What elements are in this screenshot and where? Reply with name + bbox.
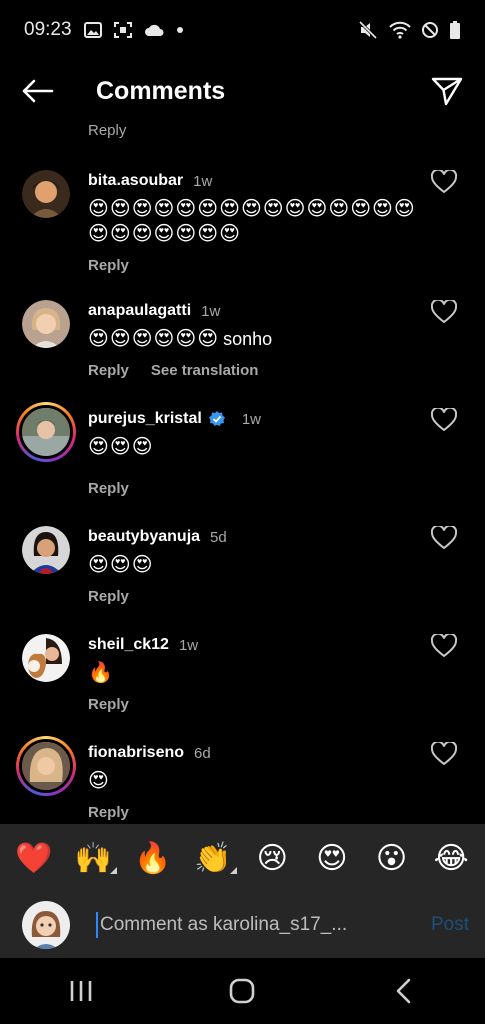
clapping-reaction[interactable]: 👏 <box>191 841 237 876</box>
reply-button[interactable]: Reply <box>88 480 129 497</box>
comment-text: 🔥 <box>88 662 114 684</box>
comment-username[interactable]: fionabriseno <box>88 744 184 762</box>
surprised-emoji-icon: 😮 <box>375 841 408 875</box>
heart-icon[interactable] <box>430 406 458 434</box>
reply-button[interactable]: Reply <box>88 362 129 379</box>
heart-icon[interactable] <box>430 740 458 768</box>
avatar[interactable] <box>22 634 70 682</box>
comment-time: 6d <box>194 744 211 762</box>
heart-icon[interactable] <box>430 298 458 326</box>
heart-icon[interactable] <box>430 524 458 552</box>
verified-badge-icon <box>208 410 226 428</box>
dot-icon <box>176 26 184 34</box>
comment-time: 5d <box>210 528 227 546</box>
wifi-icon <box>389 21 411 39</box>
comment-username[interactable]: purejus_kristal <box>88 410 202 428</box>
comment-text: 😍😍😍😍😍😍😍😍😍😍😍😍😍😍😍😍😍😍😍😍😍😍 <box>88 198 416 245</box>
screenshot-icon <box>113 22 132 38</box>
raising-hands-reaction[interactable]: 🙌 <box>71 841 118 876</box>
comment-username[interactable]: beautybyanuja <box>88 528 200 546</box>
status-time: 09:23 <box>24 19 72 40</box>
comment-input[interactable] <box>96 912 421 938</box>
home-icon[interactable] <box>212 971 272 1011</box>
comment-word: sonho <box>223 329 273 349</box>
avatar[interactable] <box>16 736 76 796</box>
heart-eyes-reaction[interactable]: 😍 <box>310 841 354 876</box>
page-title: Comments <box>96 76 226 105</box>
cloud-icon <box>144 23 164 37</box>
recents-icon[interactable] <box>51 971 111 1011</box>
laughing-reaction[interactable]: 😂 <box>429 841 473 876</box>
send-icon[interactable] <box>427 71 467 111</box>
comment-time: 1w <box>193 172 213 190</box>
comment-username[interactable]: anapaulagatti <box>88 302 191 320</box>
current-user-avatar <box>22 901 70 949</box>
avatar[interactable] <box>22 170 70 218</box>
laughing-emoji-icon: 😂 <box>433 841 469 875</box>
comment-emojis: 😍😍😍😍😍😍 <box>88 328 220 350</box>
mute-icon <box>359 21 379 39</box>
crying-reaction[interactable]: 😢 <box>250 841 294 876</box>
reply-button[interactable]: Reply <box>88 696 129 713</box>
comments-list[interactable]: Reply bita.asoubar 1w 😍😍😍😍😍😍😍😍😍😍😍😍😍😍😍😍😍😍… <box>0 118 485 824</box>
see-translation-button[interactable]: See translation <box>151 362 259 379</box>
crying-emoji-icon: 😢 <box>256 841 288 875</box>
back-arrow-icon[interactable] <box>18 71 58 111</box>
heart-eyes-emoji-icon: 😍 <box>316 841 348 875</box>
avatar[interactable] <box>22 300 70 348</box>
back-icon[interactable] <box>374 971 434 1011</box>
status-bar: 09:23 <box>0 0 485 60</box>
comment-username[interactable]: bita.asoubar <box>88 172 183 190</box>
avatar[interactable] <box>16 402 76 462</box>
comment-time: 1w <box>178 636 199 654</box>
comment-text: 😍😍😍 <box>88 436 154 458</box>
system-nav-bar <box>0 958 485 1024</box>
reply-button[interactable]: Reply <box>88 122 126 139</box>
fire-emoji-icon: 🔥 <box>134 841 172 875</box>
heart-reaction[interactable]: ❤️ <box>12 841 56 876</box>
clapping-emoji-icon: 👏 <box>194 841 232 875</box>
battery-icon <box>449 21 461 39</box>
comment-text: 😍😍😍😍😍😍 sonho <box>88 327 425 352</box>
heart-icon[interactable] <box>430 168 458 196</box>
raising-hands-emoji-icon: 🙌 <box>74 841 113 875</box>
blocked-icon <box>421 21 439 39</box>
reply-button[interactable]: Reply <box>88 804 129 821</box>
comment-text: 😍😍😍 <box>88 554 154 576</box>
reply-button[interactable]: Reply <box>88 257 129 274</box>
surprised-reaction[interactable]: 😮 <box>370 841 414 876</box>
quick-reactions-bar: ❤️ 🙌 🔥 👏 😢 😍 😮 😂 <box>0 824 485 892</box>
post-button[interactable]: Post <box>431 914 469 936</box>
more-variants-icon <box>110 866 118 874</box>
more-variants-icon <box>229 866 237 874</box>
image-icon <box>83 22 102 38</box>
reply-button[interactable]: Reply <box>88 588 129 605</box>
comment-text: 😍 <box>88 770 110 792</box>
fire-reaction[interactable]: 🔥 <box>131 841 175 876</box>
heart-emoji-icon: ❤️ <box>15 841 53 875</box>
heart-icon[interactable] <box>430 632 458 660</box>
comment-time: 1w <box>241 410 262 428</box>
comment-time: 1w <box>201 302 221 320</box>
comment-username[interactable]: sheil_ck12 <box>88 636 169 654</box>
avatar[interactable] <box>22 526 70 574</box>
comment-composer: Post <box>0 892 485 958</box>
header-bar: Comments <box>0 60 485 122</box>
